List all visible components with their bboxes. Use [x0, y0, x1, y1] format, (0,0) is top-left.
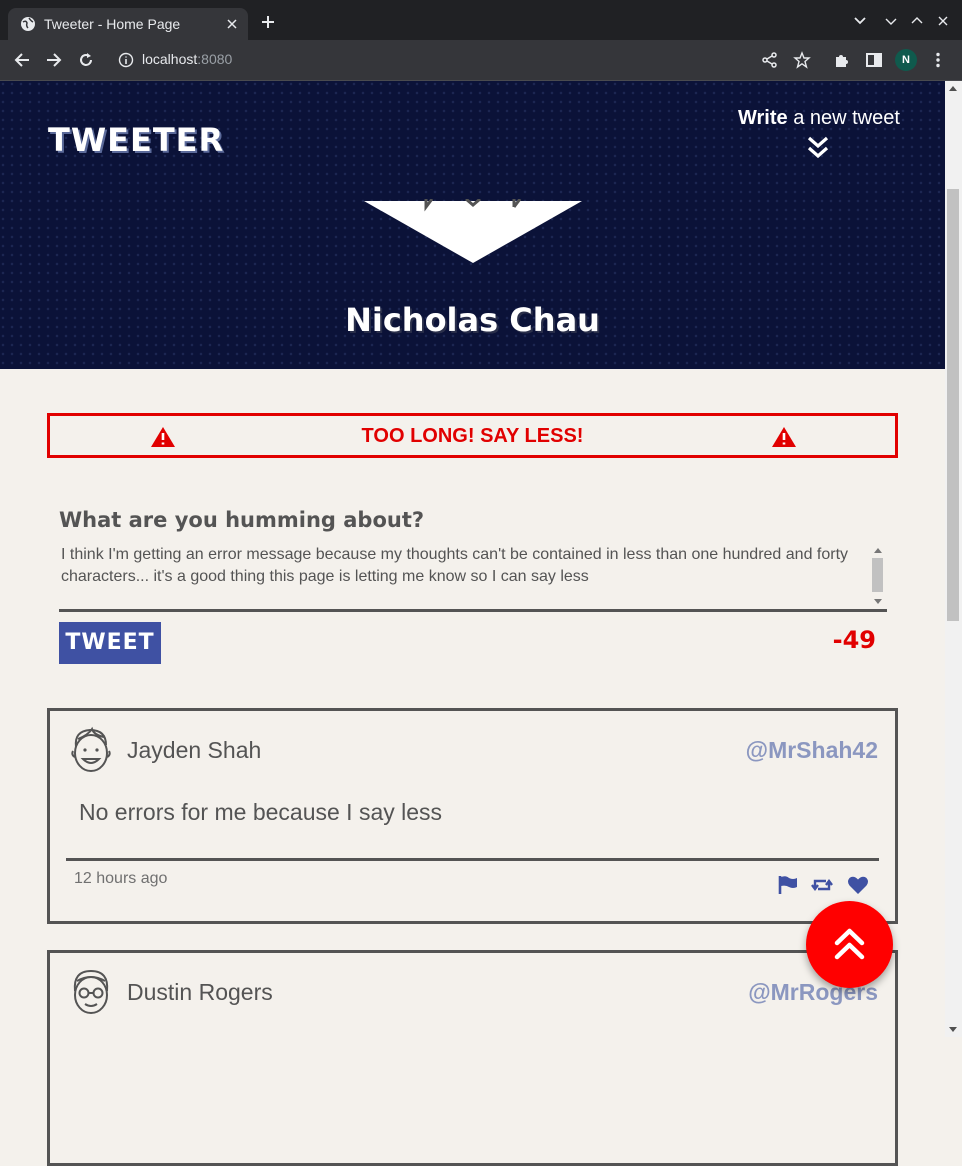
globe-icon [21, 17, 35, 31]
tweet-divider [66, 858, 879, 861]
user-display-name: Nicholas Chau [345, 301, 600, 339]
tweet-textarea-text: I think I'm getting an error message bec… [61, 546, 849, 585]
profile-avatar[interactable]: N [895, 49, 917, 71]
forward-arrow-icon[interactable] [45, 51, 63, 69]
scroll-to-top-button[interactable] [806, 901, 893, 988]
user-avatar [73, 969, 109, 1014]
browser-tab[interactable]: Tweeter - Home Page [8, 8, 248, 40]
heart-icon[interactable] [847, 875, 869, 895]
textarea-scrollbar[interactable] [871, 544, 885, 608]
error-banner: TOO LONG! SAY LESS! [47, 413, 898, 458]
page-header: TWEETER Write a new tweet Nicholas Chau [0, 81, 945, 369]
close-tab-icon[interactable] [224, 16, 240, 32]
tweet-textarea[interactable]: I think I'm getting an error message bec… [59, 544, 887, 612]
scroll-down-arrow[interactable] [949, 1027, 957, 1032]
tweet-author-name: Jayden Shah [127, 737, 262, 763]
textarea-scroll-down[interactable] [874, 599, 882, 604]
maximize-icon[interactable] [910, 14, 924, 28]
url-port: :8080 [197, 51, 233, 67]
write-rest-text: a new tweet [787, 107, 900, 129]
bookmark-star-icon[interactable] [793, 51, 811, 69]
flag-icon[interactable] [777, 875, 799, 895]
new-tab-icon[interactable] [260, 14, 276, 30]
scroll-up-arrow[interactable] [949, 86, 957, 91]
tweet-card: Jayden Shah @MrShah42 No errors for me b… [47, 708, 898, 924]
tab-search-icon[interactable] [853, 14, 867, 28]
write-new-tweet-link[interactable]: Write a new tweet [738, 107, 900, 130]
tweet-content: No errors for me because I say less [79, 799, 443, 825]
tweet-submit-button[interactable]: TWEET [59, 622, 161, 664]
textarea-scroll-thumb[interactable] [872, 558, 883, 592]
tweet-author-name: Dustin Rogers [127, 979, 273, 1005]
close-window-icon[interactable] [936, 14, 950, 28]
reload-icon[interactable] [77, 51, 95, 69]
browser-toolbar: localhost:8080 N [0, 40, 962, 81]
character-counter: -49 [832, 626, 876, 654]
retweet-icon[interactable] [811, 875, 833, 895]
compose-label: What are you humming about? [59, 508, 425, 532]
tweet-timestamp: 12 hours ago [74, 870, 168, 887]
tweet-card: Dustin Rogers @MrRogers [47, 950, 898, 1166]
warning-icon [772, 427, 796, 447]
site-info-icon[interactable] [118, 52, 134, 68]
tab-title: Tweeter - Home Page [44, 16, 181, 32]
kebab-menu-icon[interactable] [929, 51, 947, 69]
error-message: TOO LONG! SAY LESS! [361, 425, 584, 447]
url-host: localhost [142, 51, 198, 67]
brand-logo[interactable]: TWEETER [48, 121, 224, 159]
user-avatar [364, 199, 582, 263]
back-arrow-icon[interactable] [13, 51, 31, 69]
double-chevron-up-icon [834, 928, 865, 960]
page-scrollbar[interactable] [945, 81, 962, 1037]
address-bar[interactable]: localhost:8080 [142, 51, 232, 67]
write-bold-text: Write [738, 107, 788, 129]
textarea-scroll-up[interactable] [874, 548, 882, 553]
scroll-thumb[interactable] [947, 189, 959, 621]
share-icon[interactable] [761, 51, 779, 69]
double-chevron-down-icon[interactable] [806, 135, 830, 161]
side-panel-icon[interactable] [865, 51, 883, 69]
extensions-puzzle-icon[interactable] [833, 51, 851, 69]
tweet-author-handle[interactable]: @MrShah42 [746, 737, 878, 764]
minimize-icon[interactable] [884, 14, 898, 28]
browser-tab-bar: Tweeter - Home Page [0, 0, 962, 40]
user-avatar [71, 726, 111, 772]
